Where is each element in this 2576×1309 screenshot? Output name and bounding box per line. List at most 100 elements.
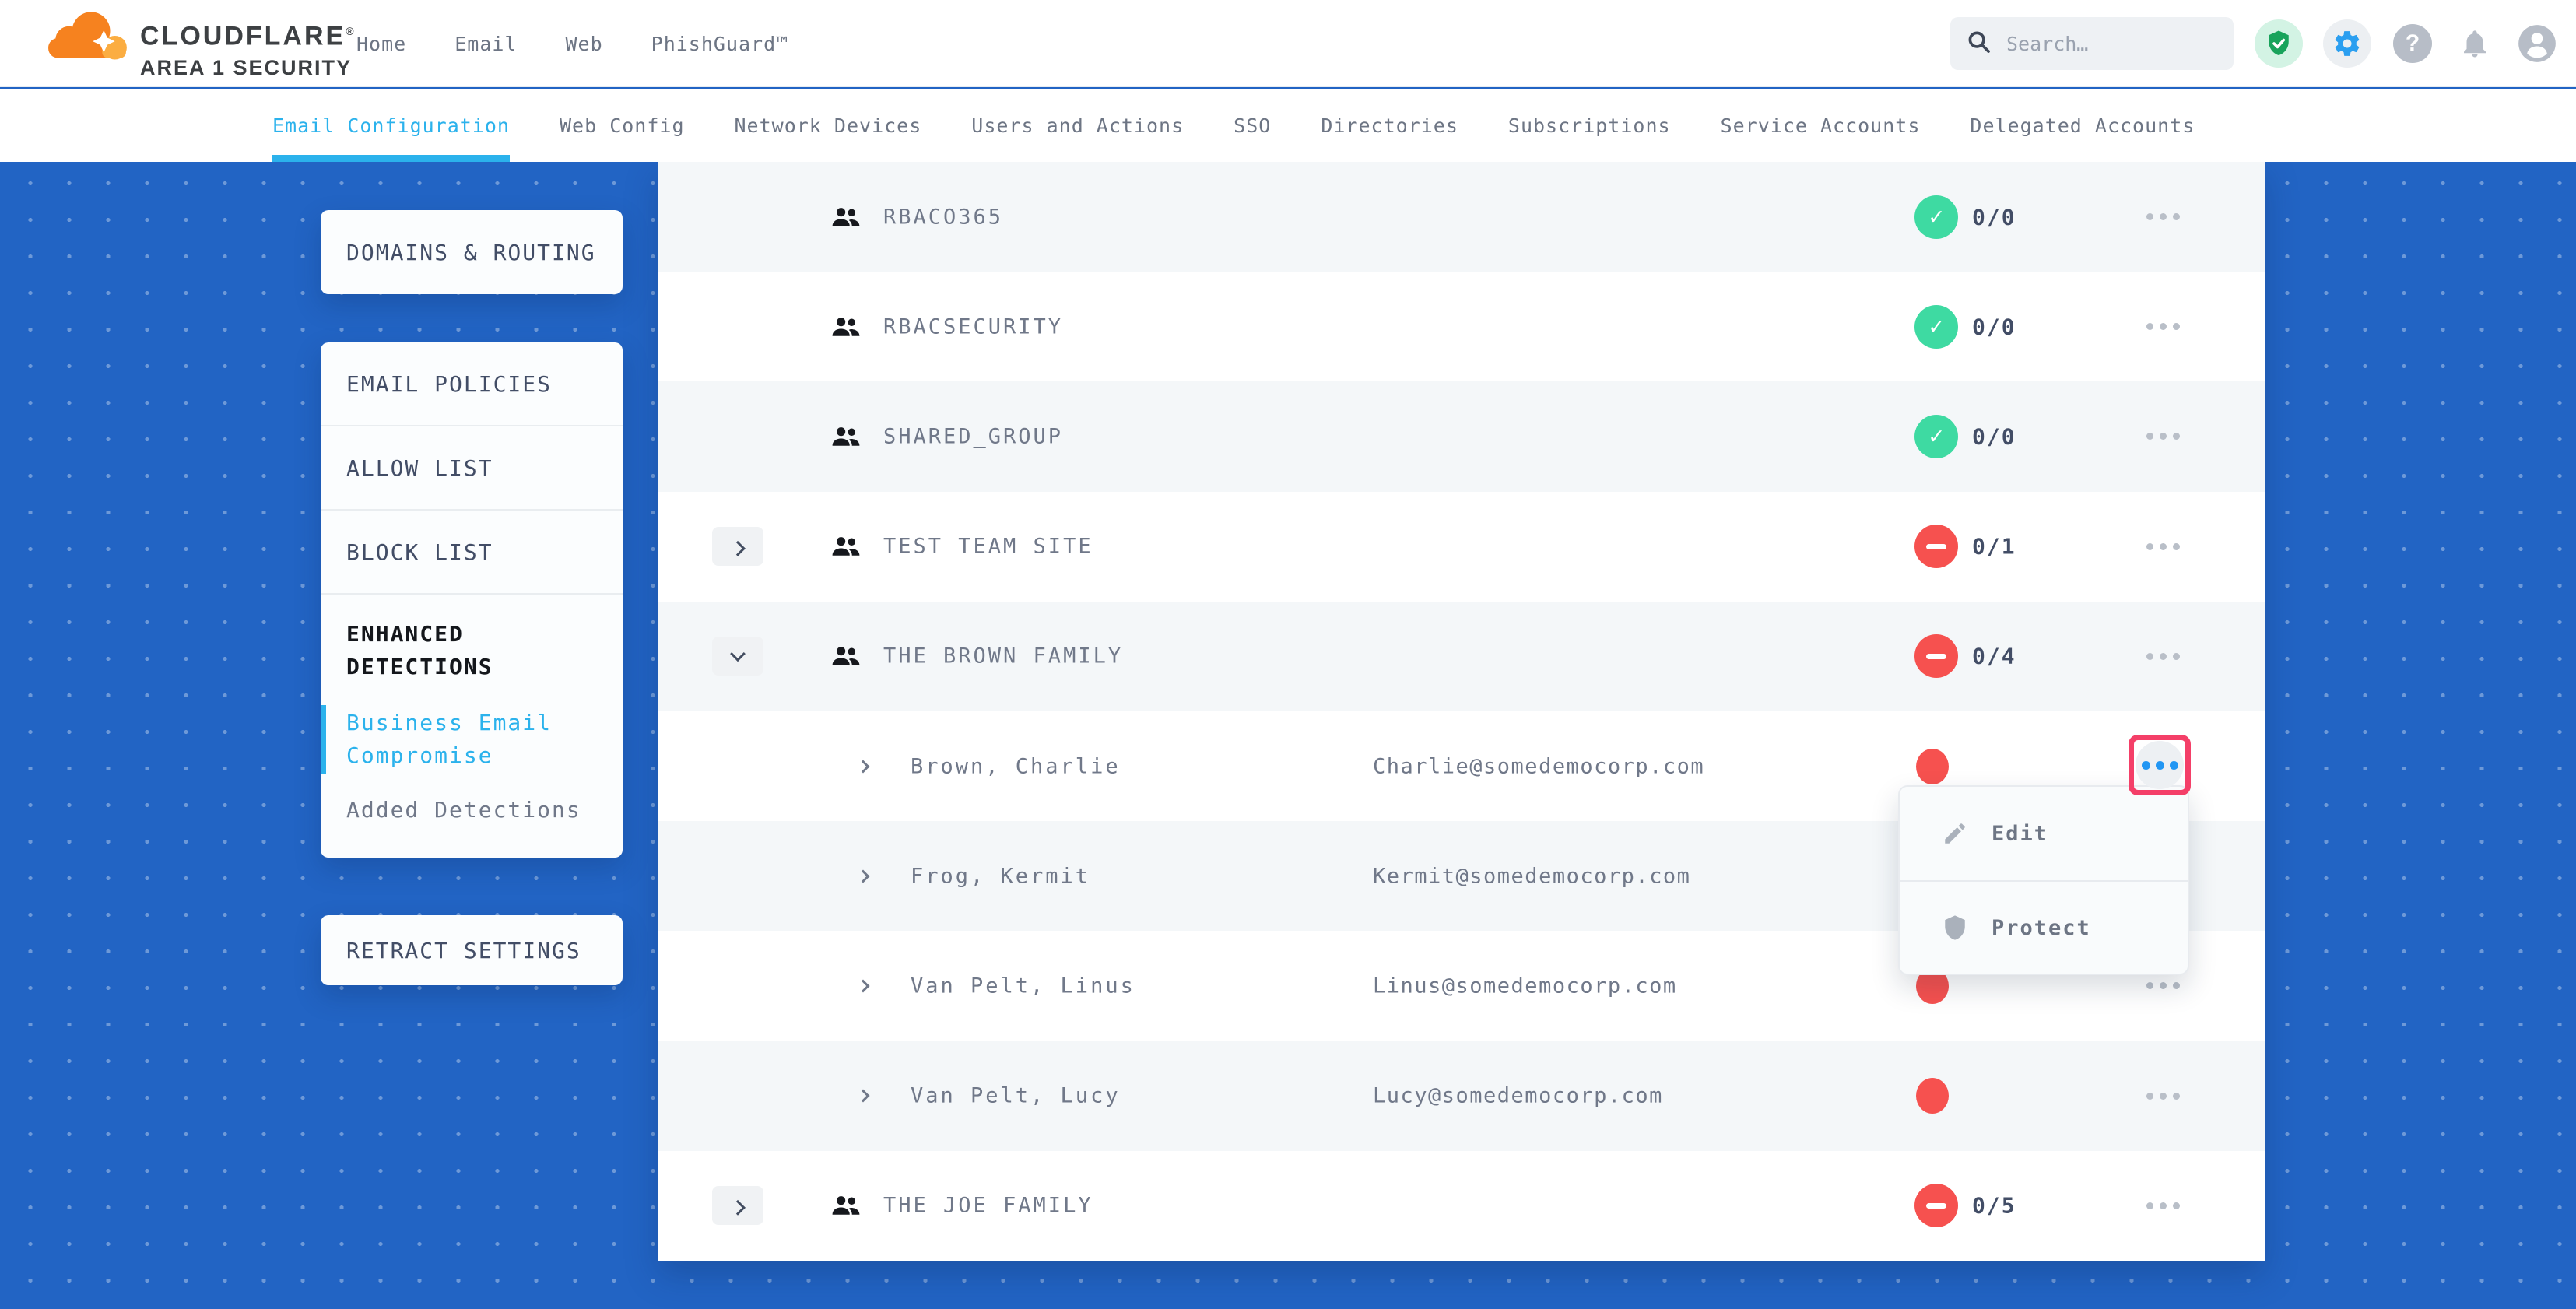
search-input[interactable] (2006, 33, 2218, 55)
sidebar-item-email-policies[interactable]: EMAIL POLICIES (321, 342, 623, 426)
row-menu-button[interactable] (2139, 202, 2187, 233)
primary-nav: Home Email Web PhishGuard™ (356, 0, 788, 87)
tab-directories[interactable]: Directories (1321, 89, 1458, 162)
group-name: RBACO365 (883, 205, 1003, 229)
sidebar-subitem-business-email-compromise[interactable]: Business Email Compromise (321, 702, 623, 777)
primary-nav-item-phishguard-[interactable]: PhishGuard™ (651, 33, 789, 55)
settings-gear-icon[interactable] (2323, 19, 2371, 68)
chevron-right-icon[interactable] (857, 869, 870, 883)
registered-mark: ® (346, 25, 353, 37)
help-icon[interactable]: ? (2392, 23, 2434, 65)
sidebar-subitem-added-detections[interactable]: Added Detections (321, 789, 623, 831)
tab-delegated-accounts[interactable]: Delegated Accounts (1970, 89, 2195, 162)
account-icon[interactable] (2516, 23, 2558, 65)
group-name: SHARED_GROUP (883, 424, 1063, 448)
table-row-group[interactable]: SHARED_GROUP 0/0 (658, 381, 2265, 491)
sidebar-item-label: RETRACT SETTINGS (346, 938, 581, 963)
tab-subscriptions[interactable]: Subscriptions (1508, 89, 1671, 162)
group-people-icon (831, 535, 861, 558)
sidebar-item-enhanced-detections[interactable]: ENHANCED DETECTIONS (321, 595, 623, 683)
shield-icon (1942, 914, 1968, 941)
chevron-icon (730, 541, 746, 556)
sidebar-item-block-list[interactable]: BLOCK LIST (321, 511, 623, 595)
person-name: Van Pelt, Linus (911, 974, 1135, 998)
expand-toggle-button[interactable] (712, 527, 763, 566)
row-menu-button[interactable] (2139, 1190, 2187, 1221)
app-header: CLOUDFLARE® AREA 1 SECURITY Home Email Web… (0, 0, 2576, 87)
group-name: THE JOE FAMILY (883, 1194, 1093, 1218)
person-name: Van Pelt, Lucy (911, 1084, 1121, 1108)
group-people-icon (831, 425, 861, 448)
action-target-highlight (2129, 735, 2191, 795)
row-menu-button[interactable] (2139, 311, 2187, 342)
table-row-group[interactable]: RBACSECURITY 0/0 (658, 272, 2265, 381)
protect-menu-item[interactable]: Protect (1900, 880, 2188, 974)
search-box[interactable] (1950, 17, 2234, 70)
protected-count: 0/0 (1972, 314, 2016, 339)
tab-web-config[interactable]: Web Config (560, 89, 685, 162)
table-row-group[interactable]: THE BROWN FAMILY 0/4 (658, 602, 2265, 711)
status-badge (1914, 415, 1958, 458)
person-email: Charlie@somedemocorp.com (1373, 754, 1704, 778)
table-row-group[interactable]: THE JOE FAMILY 0/5 (658, 1151, 2265, 1261)
group-name: TEST TEAM SITE (883, 535, 1093, 559)
person-email: Kermit@somedemocorp.com (1373, 864, 1690, 888)
row-menu-button[interactable] (2139, 1080, 2187, 1111)
notifications-bell-icon[interactable] (2454, 23, 2496, 65)
sidebar-item-retract-settings[interactable]: RETRACT SETTINGS (321, 915, 623, 985)
table-row-group[interactable]: RBACO365 0/0 (658, 162, 2265, 272)
pencil-icon (1942, 820, 1968, 847)
group-people-icon (831, 315, 861, 339)
tab-network-devices[interactable]: Network Devices (735, 89, 922, 162)
shield-status-icon[interactable] (2255, 19, 2303, 68)
users-groups-table: RBACO365 0/0 RBACSECURITY 0/0 (658, 162, 2265, 1261)
row-menu-button[interactable] (2139, 640, 2187, 672)
group-people-icon (831, 644, 861, 668)
group-people-icon (831, 205, 861, 229)
status-badge (1914, 634, 1958, 678)
status-dot (1916, 1078, 1949, 1114)
sidebar-item-domains-routing[interactable]: DOMAINS & ROUTING (321, 210, 623, 294)
chevron-right-icon[interactable] (857, 760, 870, 773)
person-name: Brown, Charlie (911, 754, 1121, 778)
brand-subtitle: AREA 1 SECURITY (140, 56, 354, 79)
status-badge (1914, 1184, 1958, 1227)
row-menu-button[interactable] (2139, 421, 2187, 452)
group-people-icon (831, 1194, 861, 1217)
table-row-group[interactable]: TEST TEAM SITE 0/1 (658, 492, 2265, 602)
expand-toggle-button[interactable] (712, 1186, 763, 1225)
primary-nav-item-email[interactable]: Email (454, 33, 517, 55)
status-dot (1916, 749, 1949, 784)
chevron-icon (730, 1200, 746, 1216)
expand-toggle-button[interactable] (712, 637, 763, 676)
header-icon-group: ? (2255, 0, 2558, 87)
tab-service-accounts[interactable]: Service Accounts (1721, 89, 1921, 162)
primary-nav-item-web[interactable]: Web (565, 33, 602, 55)
row-menu-button[interactable] (2139, 531, 2187, 562)
table-row-person[interactable]: Van Pelt, Lucy Lucy@somedemocorp.com (658, 1041, 2265, 1151)
group-name: THE BROWN FAMILY (883, 644, 1123, 669)
tab-sso[interactable]: SSO (1234, 89, 1271, 162)
person-email: Lucy@somedemocorp.com (1373, 1084, 1663, 1108)
sidebar-policies-card: EMAIL POLICIES ALLOW LIST BLOCK LIST ENH… (321, 342, 623, 858)
active-row-menu-button[interactable] (2136, 741, 2184, 789)
chevron-right-icon[interactable] (857, 1090, 870, 1103)
brand-title: CLOUDFLARE® (140, 11, 354, 56)
status-badge (1914, 195, 1958, 239)
tab-email-configuration[interactable]: Email Configuration (272, 89, 510, 162)
area1-security-app: CLOUDFLARE® AREA 1 SECURITY Home Email Web… (0, 0, 2576, 1309)
status-badge (1914, 525, 1958, 568)
brand-logo[interactable]: CLOUDFLARE® AREA 1 SECURITY (45, 5, 354, 79)
search-icon (1966, 29, 1992, 58)
tab-users-and-actions[interactable]: Users and Actions (971, 89, 1184, 162)
protected-count: 0/1 (1972, 534, 2016, 560)
chevron-right-icon[interactable] (857, 979, 870, 992)
sidebar-item-label: DOMAINS & ROUTING (346, 240, 596, 265)
status-badge (1914, 305, 1958, 349)
secondary-nav: Email Configuration Web Config Network Dev… (0, 89, 2576, 162)
edit-menu-item[interactable]: Edit (1900, 787, 2188, 880)
sidebar-item-allow-list[interactable]: ALLOW LIST (321, 426, 623, 511)
primary-nav-item-home[interactable]: Home (356, 33, 406, 55)
person-email: Linus@somedemocorp.com (1373, 974, 1677, 998)
cloudflare-cloud-icon (45, 5, 132, 70)
